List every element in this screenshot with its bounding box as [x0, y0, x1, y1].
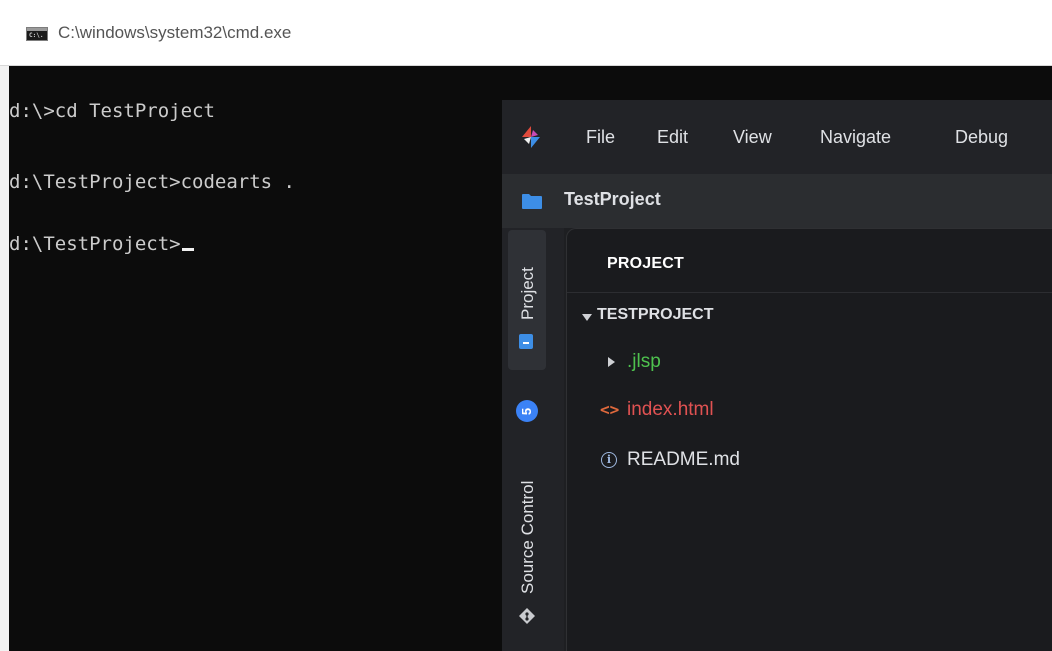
tab-source-control[interactable]: Source Control: [518, 481, 538, 594]
tree-item-jlsp[interactable]: .jlsp: [567, 339, 1052, 385]
source-control-badge: 5: [516, 400, 538, 422]
console-line: d:\TestProject>codearts .: [9, 171, 295, 193]
ide-window: File Edit View Navigate Debug TestProjec…: [502, 100, 1052, 651]
breadcrumb-project[interactable]: TestProject: [564, 189, 661, 210]
menu-navigate[interactable]: Navigate: [820, 127, 891, 148]
git-icon: [519, 608, 535, 624]
cmd-title-bar: C:\. C:\windows\system32\cmd.exe: [0, 0, 1052, 66]
project-panel: PROJECT TESTPROJECT .jlsp <> index.html …: [566, 228, 1052, 651]
console-prompt: d:\TestProject>: [9, 233, 181, 255]
folder-icon: [522, 194, 542, 209]
chevron-right-icon[interactable]: [608, 357, 615, 367]
project-panel-icon: [519, 334, 533, 349]
console-line: d:\>cd TestProject: [9, 100, 215, 122]
cmd-window-title: C:\windows\system32\cmd.exe: [58, 23, 292, 42]
text-cursor: [181, 248, 194, 251]
tree-root-label: TESTPROJECT: [597, 306, 714, 323]
cmd-app-icon: C:\.: [26, 27, 48, 41]
tree-item-index-html[interactable]: <> index.html: [567, 387, 1052, 433]
ide-menu-bar: File Edit View Navigate Debug: [502, 100, 1052, 174]
tab-project-label: Project: [518, 267, 537, 320]
tree-item-label: index.html: [627, 399, 714, 420]
chevron-down-icon[interactable]: [582, 314, 592, 321]
tree-item-label: README.md: [627, 449, 740, 470]
menu-file[interactable]: File: [586, 127, 615, 148]
window-edge: [0, 66, 9, 651]
codearts-logo-icon: [522, 126, 540, 148]
tree-item-label: .jlsp: [627, 351, 661, 372]
tree-item-readme[interactable]: i README.md: [567, 437, 1052, 483]
tree-root[interactable]: TESTPROJECT: [567, 293, 1052, 339]
panel-header: PROJECT: [567, 229, 1052, 293]
menu-debug[interactable]: Debug: [955, 127, 1008, 148]
html-tag-icon: <>: [600, 400, 620, 419]
console-prompt-line[interactable]: d:\TestProject>: [9, 233, 194, 255]
panel-title: PROJECT: [607, 255, 684, 272]
menu-edit[interactable]: Edit: [657, 127, 688, 148]
menu-view[interactable]: View: [733, 127, 772, 148]
info-icon: i: [601, 452, 617, 468]
